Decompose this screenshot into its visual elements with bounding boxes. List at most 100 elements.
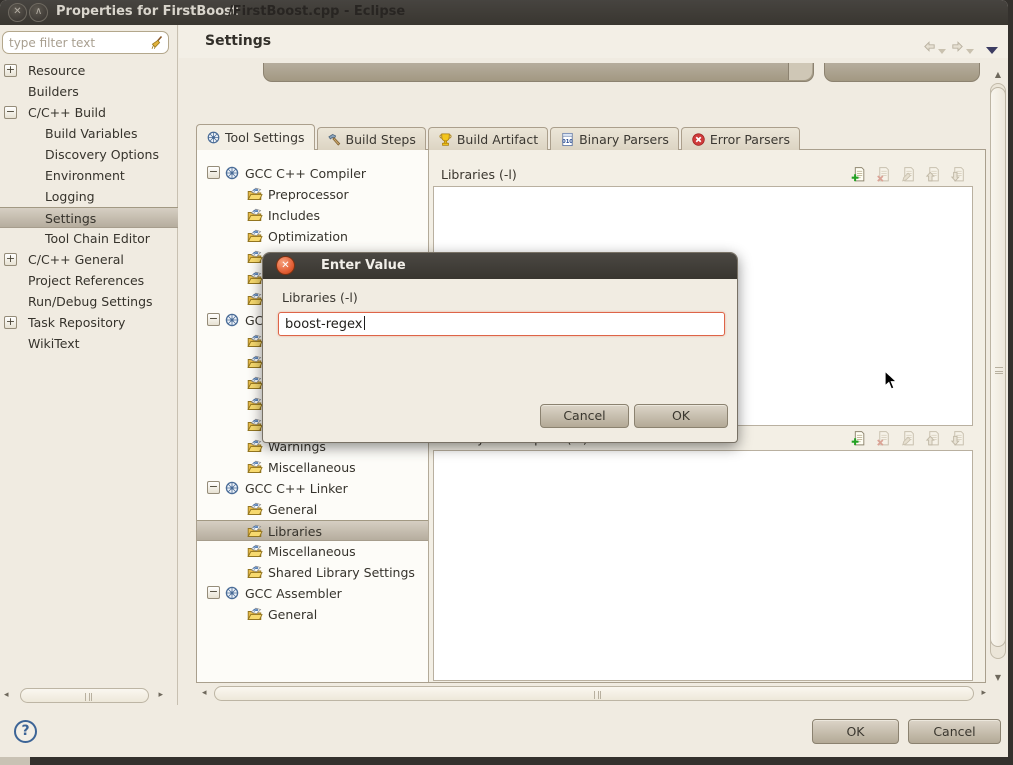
tool-tree-item-preprocessor[interactable]: Preprocessor (197, 184, 428, 205)
sidebar-item-environment[interactable]: Environment (0, 165, 178, 186)
sidebar-item-resource[interactable]: +Resource (0, 60, 178, 81)
configuration-combo-clipped[interactable] (263, 63, 814, 82)
settings-folder-icon (247, 564, 263, 580)
window-close-icon[interactable]: ✕ (8, 3, 27, 22)
sidebar-item-project-references[interactable]: Project References (0, 270, 178, 291)
sidebar-item-c-c-build[interactable]: −C/C++ Build (0, 102, 178, 123)
tool-tree-item-label: Shared Library Settings (268, 565, 415, 580)
tab-build-steps[interactable]: Build Steps (317, 127, 426, 150)
collapse-icon[interactable]: − (207, 586, 220, 599)
tab-build-artifact[interactable]: Build Artifact (428, 127, 548, 150)
tool-tree-item-includes[interactable]: Includes (197, 205, 428, 226)
tool-tree-item-optimization[interactable]: Optimization (197, 226, 428, 247)
scroll-right-icon[interactable]: ▸ (158, 690, 163, 700)
tool-tree-item-label: Includes (268, 208, 320, 223)
sidebar-item-c-c-general[interactable]: +C/C++ General (0, 249, 178, 270)
add-entry-icon[interactable] (850, 166, 867, 183)
collapse-icon[interactable]: − (4, 106, 17, 119)
view-menu-icon[interactable] (986, 47, 998, 54)
dialog-cancel-button[interactable]: Cancel (540, 404, 629, 428)
edit-entry-icon[interactable] (900, 430, 917, 447)
collapse-icon[interactable]: − (207, 481, 220, 494)
move-down-icon[interactable] (950, 166, 967, 183)
sidebar-item-label: Logging (45, 189, 95, 204)
sidebar-item-label: Project References (28, 273, 144, 288)
back-arrow-icon[interactable] (922, 39, 937, 54)
sidebar-item-wikitext[interactable]: WikiText (0, 333, 178, 354)
enter-value-dialog: ✕ Enter Value Libraries (-l) boost-regex… (262, 252, 738, 443)
add-entry-icon[interactable] (850, 430, 867, 447)
window-maximize-icon[interactable]: ∧ (29, 3, 48, 22)
settings-folder-icon (247, 354, 263, 370)
search-path-list[interactable] (433, 450, 973, 681)
filter-input[interactable] (9, 34, 143, 51)
forward-arrow-icon[interactable] (950, 39, 965, 54)
sidebar-horizontal-scrollbar[interactable]: ◂ ▸ (2, 687, 165, 704)
move-down-icon[interactable] (950, 430, 967, 447)
sidebar-item-run-debug-settings[interactable]: Run/Debug Settings (0, 291, 178, 312)
expand-icon[interactable]: + (4, 316, 17, 329)
tab-tool-settings[interactable]: Tool Settings (196, 124, 315, 150)
manage-configurations-button-clipped[interactable] (824, 63, 980, 82)
sidebar-item-discovery-options[interactable]: Discovery Options (0, 144, 178, 165)
tool-tree-item-label: GCC C++ Compiler (245, 166, 366, 181)
main-vertical-scrollbar[interactable]: ▲ ▼ (989, 68, 1007, 684)
sidebar-item-logging[interactable]: Logging (0, 186, 178, 207)
scrollbar-thumb[interactable] (990, 87, 1006, 647)
delete-entry-icon[interactable] (875, 430, 892, 447)
tool-tree-item-gcc-c-compiler[interactable]: − GCC C++ Compiler (197, 163, 428, 184)
main-horizontal-scrollbar[interactable]: ◂ ▸ (200, 685, 988, 703)
sidebar-item-builders[interactable]: Builders (0, 81, 178, 102)
sidebar-item-tool-chain-editor[interactable]: Tool Chain Editor (0, 228, 178, 249)
scroll-up-icon[interactable]: ▲ (990, 70, 1006, 79)
collapse-icon[interactable]: − (207, 313, 220, 326)
tool-tree-item-gcc-c-linker[interactable]: −GCC C++ Linker (197, 478, 428, 499)
scrollbar-thumb[interactable] (214, 686, 974, 701)
error-parsers-icon (691, 132, 706, 147)
tool-tree-item-shared-library-settings[interactable]: Shared Library Settings (197, 562, 428, 583)
settings-folder-icon (247, 249, 263, 265)
sidebar-item-label: Settings (45, 211, 96, 226)
cancel-button[interactable]: Cancel (908, 719, 1001, 744)
tool-tree-item-libraries[interactable]: Libraries (197, 520, 428, 541)
clear-broom-icon[interactable] (148, 35, 164, 51)
ok-button[interactable]: OK (812, 719, 899, 744)
edit-entry-icon[interactable] (900, 166, 917, 183)
toolchain-gear-icon (224, 165, 240, 181)
delete-entry-icon[interactable] (875, 166, 892, 183)
tool-tree-item-general[interactable]: General (197, 499, 428, 520)
text-caret (364, 316, 365, 330)
scroll-left-icon[interactable]: ◂ (4, 690, 9, 700)
properties-sidebar: +ResourceBuilders−C/C++ BuildBuild Varia… (0, 25, 178, 705)
expand-icon[interactable]: + (4, 64, 17, 77)
tab-binary-parsers[interactable]: Binary Parsers (550, 127, 679, 150)
collapse-icon[interactable]: − (207, 166, 220, 179)
help-button[interactable]: ? (14, 720, 37, 743)
move-up-icon[interactable] (925, 430, 942, 447)
tab-error-parsers[interactable]: Error Parsers (681, 127, 800, 150)
dialog-close-icon[interactable]: ✕ (276, 256, 295, 275)
sidebar-item-label: Environment (45, 168, 125, 183)
forward-history-dropdown-icon[interactable] (966, 49, 974, 54)
libraries-group-title: Libraries (-l) (441, 167, 517, 182)
back-history-dropdown-icon[interactable] (938, 49, 946, 54)
tool-tree-item-label: Libraries (268, 524, 322, 539)
sidebar-item-task-repository[interactable]: +Task Repository (0, 312, 178, 333)
scroll-left-icon[interactable]: ◂ (202, 688, 207, 698)
sidebar-item-build-variables[interactable]: Build Variables (0, 123, 178, 144)
scroll-right-icon[interactable]: ▸ (981, 688, 986, 698)
tool-tree-item-label: GCC Assembler (245, 586, 342, 601)
tool-tree-item-miscellaneous[interactable]: Miscellaneous (197, 541, 428, 562)
dialog-ok-button[interactable]: OK (634, 404, 728, 428)
tool-tree-item-gcc-assembler[interactable]: − GCC Assembler (197, 583, 428, 604)
filter-field[interactable] (2, 31, 169, 54)
tool-tree-item-miscellaneous[interactable]: Miscellaneous (197, 457, 428, 478)
combo-dropdown-icon[interactable] (788, 63, 812, 80)
move-up-icon[interactable] (925, 166, 942, 183)
expand-icon[interactable]: + (4, 253, 17, 266)
scrollbar-thumb[interactable] (20, 688, 149, 703)
tool-tree-item-general[interactable]: General (197, 604, 428, 625)
scroll-down-icon[interactable]: ▼ (990, 673, 1006, 682)
sidebar-item-settings[interactable]: Settings (0, 207, 178, 228)
value-input[interactable]: boost-regex (278, 312, 725, 336)
